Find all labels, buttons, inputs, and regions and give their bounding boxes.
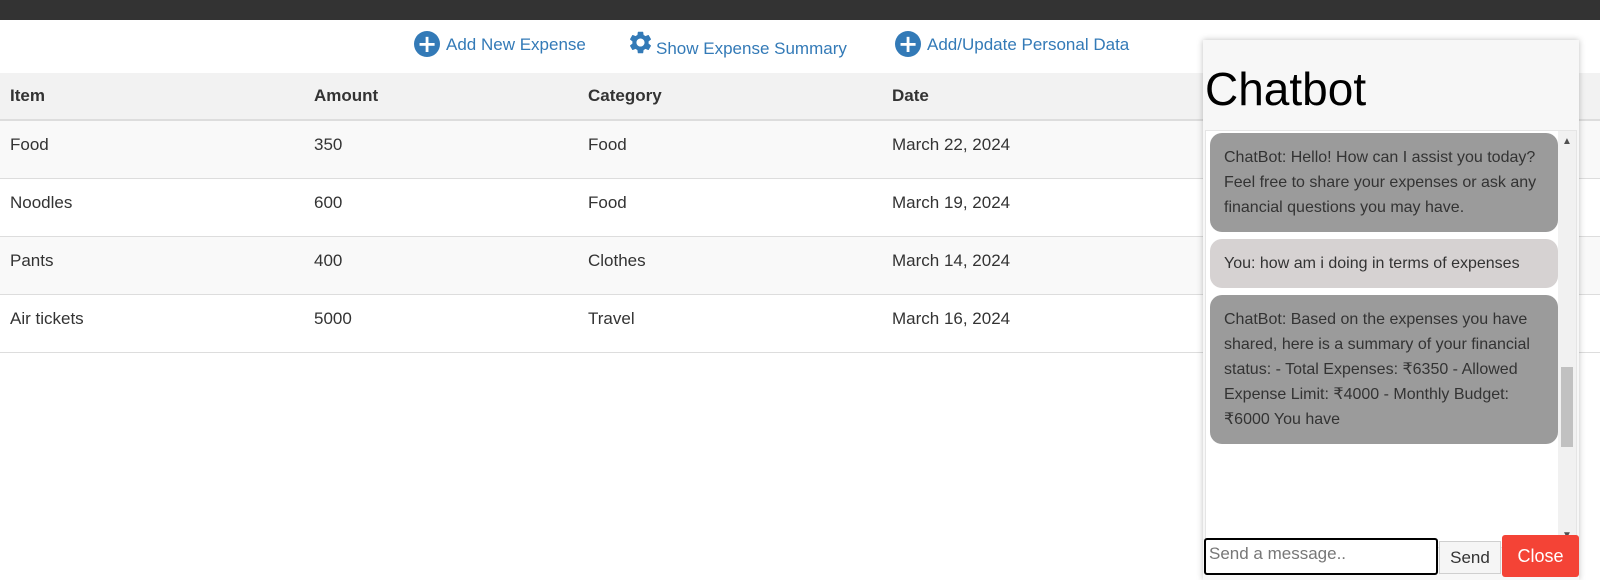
bot-message: ChatBot: Hello! How can I assist you tod…: [1210, 133, 1558, 232]
top-bar: [0, 0, 1600, 20]
message-input[interactable]: [1204, 538, 1438, 575]
gear-icon: [627, 29, 654, 61]
plus-circle-icon: +: [895, 31, 921, 57]
cell-amount: 600: [304, 178, 578, 237]
user-message: You: how am i doing in terms of expenses: [1210, 239, 1558, 288]
cell-item: Noodles: [0, 178, 304, 237]
column-header-category: Category: [588, 86, 662, 105]
chat-messages: ChatBot: Hello! How can I assist you tod…: [1210, 133, 1558, 451]
column-header-amount: Amount: [314, 86, 379, 105]
add-update-personal-data-link[interactable]: + Add/Update Personal Data: [895, 31, 1129, 57]
scroll-up-arrow-icon[interactable]: ▲: [1558, 133, 1576, 151]
scroll-thumb[interactable]: [1561, 367, 1573, 447]
add-new-expense-label: Add New Expense: [446, 35, 586, 54]
chatbot-title: Chatbot: [1205, 63, 1367, 115]
cell-category: Travel: [578, 294, 882, 353]
cell-item: Pants: [0, 236, 304, 295]
close-button[interactable]: Close: [1502, 535, 1579, 577]
chatbot-panel: Chatbot ChatBot: Hello! How can I assist…: [1203, 40, 1579, 580]
add-new-expense-link[interactable]: + Add New Expense: [414, 31, 586, 57]
cell-category: Clothes: [578, 236, 882, 295]
cell-amount: 400: [304, 236, 578, 295]
chat-window[interactable]: ChatBot: Hello! How can I assist you tod…: [1205, 130, 1577, 548]
cell-item: Air tickets: [0, 294, 304, 353]
show-expense-summary-label: Show Expense Summary: [656, 39, 847, 58]
show-expense-summary-link[interactable]: Show Expense Summary: [627, 29, 847, 61]
bot-message: ChatBot: Based on the expenses you have …: [1210, 295, 1558, 444]
plus-circle-icon: +: [414, 31, 440, 57]
cell-category: Food: [578, 178, 882, 237]
chat-scrollbar[interactable]: ▲ ▼: [1558, 131, 1576, 547]
send-button[interactable]: Send: [1439, 541, 1501, 574]
cell-category: Food: [578, 120, 882, 179]
column-header-item: Item: [10, 86, 45, 105]
cell-amount: 5000: [304, 294, 578, 353]
cell-amount: 350: [304, 120, 578, 179]
cell-item: Food: [0, 120, 304, 179]
add-update-personal-data-label: Add/Update Personal Data: [927, 35, 1130, 54]
